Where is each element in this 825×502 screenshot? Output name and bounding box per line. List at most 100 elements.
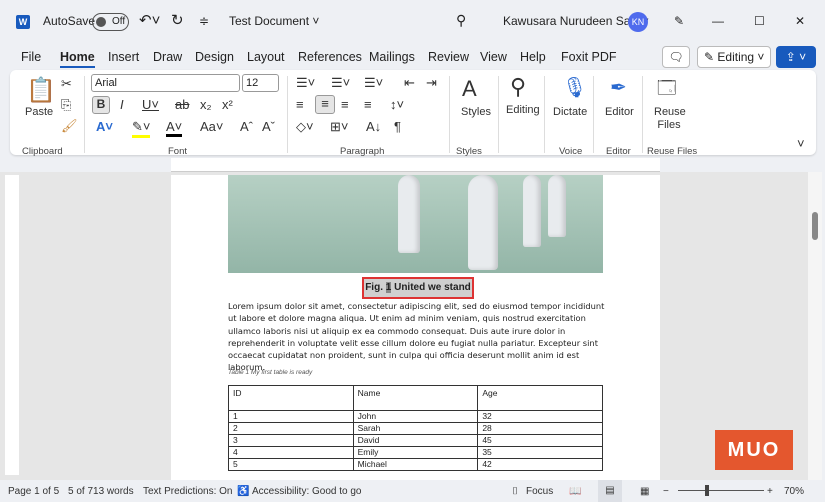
document-image[interactable]: [228, 175, 603, 273]
maximize-button[interactable]: ☐: [754, 14, 765, 28]
tab-view[interactable]: View: [480, 50, 507, 64]
reuse-files-button[interactable]: Reuse Files: [654, 106, 686, 132]
web-layout-icon[interactable]: ▦: [640, 486, 649, 497]
table-cell[interactable]: 45: [477, 434, 603, 447]
table-cell[interactable]: 1: [228, 410, 354, 423]
table-cell[interactable]: Sarah: [352, 422, 479, 435]
bold-button[interactable]: B: [92, 96, 110, 114]
tab-design[interactable]: Design: [195, 50, 234, 64]
shrink-font-icon[interactable]: Aˇ: [262, 119, 275, 134]
copy-icon[interactable]: ⎘: [61, 97, 71, 113]
editing-mode-button[interactable]: ✎ Editing ˅: [697, 46, 771, 68]
dictate-button[interactable]: Dictate: [553, 106, 587, 118]
table-cell[interactable]: 4: [228, 446, 354, 459]
scrollbar-thumb[interactable]: [812, 212, 818, 240]
tab-references[interactable]: References: [298, 50, 362, 64]
close-button[interactable]: ✕: [795, 14, 805, 28]
editor-button[interactable]: Editor: [605, 106, 634, 118]
font-name-select[interactable]: Arial: [91, 74, 240, 92]
zoom-in-button[interactable]: +: [767, 486, 773, 497]
table-cell[interactable]: 3: [228, 434, 354, 447]
paste-icon[interactable]: 📋: [26, 76, 56, 105]
zoom-out-button[interactable]: −: [663, 486, 669, 497]
tab-mailings[interactable]: Mailings: [369, 50, 415, 64]
comments-button[interactable]: 🗨: [662, 46, 690, 68]
bullets-icon[interactable]: ☰˅: [296, 75, 315, 91]
tab-insert[interactable]: Insert: [108, 50, 139, 64]
table-cell[interactable]: 28: [477, 422, 603, 435]
decrease-indent-icon[interactable]: ⇤: [404, 75, 415, 91]
cut-icon[interactable]: ✂: [61, 76, 72, 92]
tab-layout[interactable]: Layout: [247, 50, 285, 64]
word-count[interactable]: 5 of 713 words: [68, 486, 134, 497]
grow-font-icon[interactable]: Aˆ: [240, 119, 253, 134]
align-left-icon[interactable]: ≡: [296, 97, 304, 112]
justify-icon[interactable]: ≡: [364, 97, 372, 112]
tab-review[interactable]: Review: [428, 50, 469, 64]
align-right-icon[interactable]: ≡: [341, 97, 349, 112]
table-cell[interactable]: Michael: [352, 458, 479, 471]
text-effects-icon[interactable]: A˅: [96, 119, 113, 134]
header-cell[interactable]: ID: [228, 385, 354, 411]
multilevel-list-icon[interactable]: ☰˅: [364, 75, 383, 91]
sort-icon[interactable]: A↓: [366, 119, 381, 134]
superscript-button[interactable]: x²: [222, 97, 233, 112]
font-color-icon[interactable]: A˅: [166, 119, 183, 137]
tab-draw[interactable]: Draw: [153, 50, 182, 64]
text-predictions[interactable]: Text Predictions: On: [143, 486, 232, 497]
tab-home[interactable]: Home: [60, 50, 95, 68]
table-cell[interactable]: Emily: [352, 446, 479, 459]
customize-toolbar-icon[interactable]: ≑: [199, 14, 209, 28]
collapse-ribbon-icon[interactable]: ˅: [797, 136, 805, 151]
strikethrough-button[interactable]: ab: [175, 97, 189, 112]
italic-button[interactable]: I: [120, 97, 124, 112]
styles-icon[interactable]: A: [462, 76, 477, 102]
tab-foxit[interactable]: Foxit PDF: [561, 50, 617, 64]
align-center-icon[interactable]: ≡: [315, 95, 335, 114]
document-title[interactable]: Test Document ˅: [229, 14, 319, 28]
figure-caption[interactable]: Fig. 1 United we stand: [362, 277, 474, 299]
table-cell[interactable]: 32: [477, 410, 603, 423]
autosave-toggle[interactable]: Off: [92, 13, 129, 31]
table-cell[interactable]: David: [352, 434, 479, 447]
read-mode-icon[interactable]: 📖: [569, 486, 581, 497]
shading-icon[interactable]: ◇˅: [296, 119, 314, 135]
header-cell[interactable]: Name: [352, 385, 479, 411]
avatar[interactable]: KN: [628, 12, 648, 32]
tab-help[interactable]: Help: [520, 50, 546, 64]
accessibility-status[interactable]: Accessibility: Good to go: [252, 486, 362, 497]
page-count[interactable]: Page 1 of 5: [8, 486, 59, 497]
redo-icon[interactable]: ↻: [171, 11, 184, 29]
find-icon[interactable]: ⚲: [510, 74, 526, 100]
undo-icon[interactable]: ↶˅: [139, 11, 160, 29]
horizontal-ruler[interactable]: [171, 158, 660, 172]
change-case-icon[interactable]: Aa˅: [200, 119, 224, 134]
zoom-level[interactable]: 70%: [784, 486, 804, 497]
zoom-slider[interactable]: [678, 490, 764, 491]
share-button[interactable]: ⇪ ˅: [776, 46, 816, 68]
data-table[interactable]: ID Name Age 1 John 32 2 Sarah 28 3 David 45 4 Emi…: [228, 385, 603, 471]
reuse-files-icon[interactable]: 🗔: [657, 76, 677, 106]
body-paragraph[interactable]: Lorem ipsum dolor sit amet, consectetur …: [228, 300, 606, 374]
editing-button[interactable]: Editing: [506, 104, 540, 116]
styles-button[interactable]: Styles: [461, 106, 491, 118]
vertical-ruler[interactable]: [5, 175, 19, 475]
microphone-icon[interactable]: 🎙: [562, 75, 587, 100]
subscript-button[interactable]: x₂: [200, 97, 212, 112]
editor-icon[interactable]: ✒: [610, 75, 627, 100]
pen-icon[interactable]: ✎: [674, 14, 684, 28]
table-cell[interactable]: John: [352, 410, 479, 423]
zoom-slider-thumb[interactable]: [705, 485, 709, 496]
format-painter-icon[interactable]: 🖌: [61, 118, 78, 134]
header-cell[interactable]: Age: [477, 385, 603, 411]
table-caption[interactable]: Table 1 My first table is ready: [228, 369, 312, 376]
minimize-button[interactable]: —: [712, 14, 724, 28]
increase-indent-icon[interactable]: ⇥: [426, 75, 437, 91]
numbering-icon[interactable]: ☰˅: [331, 75, 350, 91]
line-spacing-icon[interactable]: ↕˅: [390, 97, 404, 112]
paste-button[interactable]: Paste: [25, 106, 53, 118]
underline-button[interactable]: U˅: [142, 97, 159, 112]
table-cell[interactable]: 5: [228, 458, 354, 471]
focus-button[interactable]: Focus: [526, 486, 553, 497]
show-formatting-icon[interactable]: ¶: [394, 119, 401, 134]
